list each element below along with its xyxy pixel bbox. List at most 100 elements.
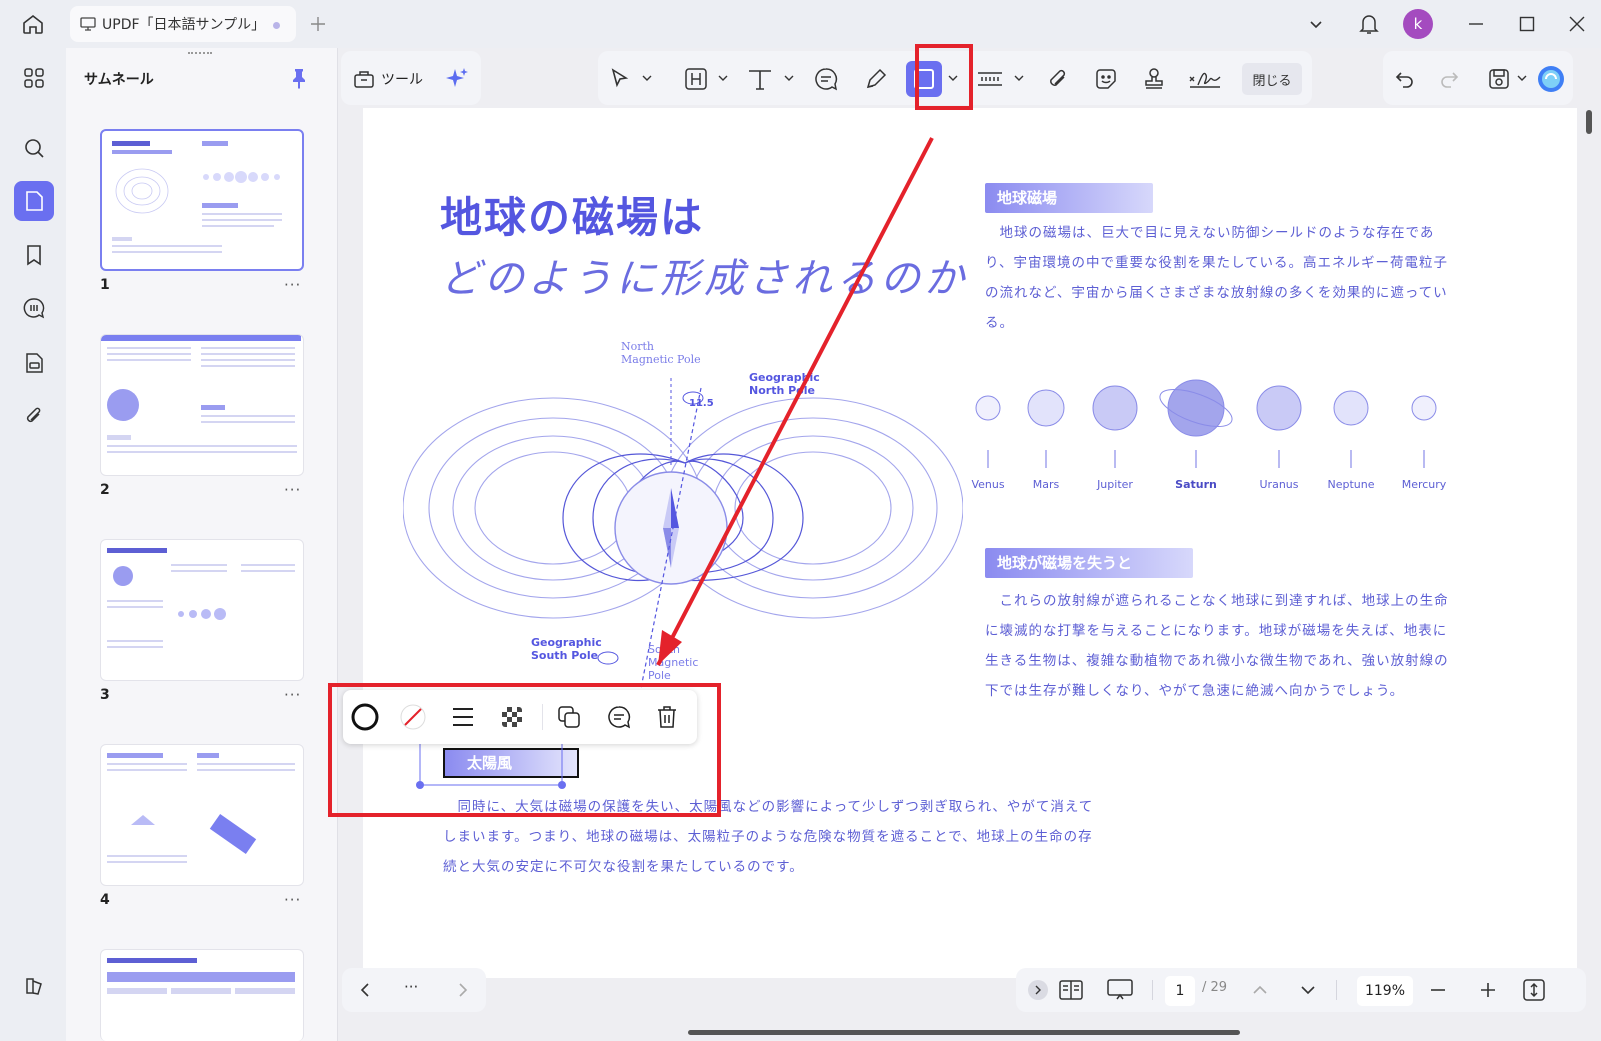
planet-label: Uranus: [1259, 478, 1299, 491]
label-geographic-south-pole: Geographic South Pole: [531, 636, 602, 662]
page-down-icon[interactable]: [1298, 980, 1318, 1000]
document-tab-title: UPDF「日本語サンプル」: [102, 17, 266, 33]
thumbnail-number: 3: [100, 687, 110, 703]
layers-icon[interactable]: [14, 966, 54, 1006]
chevron-down-icon[interactable]: [642, 73, 652, 83]
history-group: [1383, 51, 1573, 105]
page-thumbnail-2[interactable]: [100, 334, 304, 476]
section-body: これらの放射線が遮られることなく地球に到達すれば、地球上の生命に壊滅的な打撃を与…: [985, 593, 1449, 699]
stamp-icon[interactable]: [1140, 65, 1168, 93]
planet-label: Neptune: [1327, 478, 1375, 491]
maximize-icon[interactable]: [1515, 12, 1539, 36]
search-icon[interactable]: [14, 128, 54, 168]
new-tab-icon[interactable]: [306, 12, 330, 36]
horizontal-scrollbar-thumb[interactable]: [688, 1030, 1240, 1035]
collapse-icon[interactable]: [1028, 980, 1048, 1000]
chevron-down-icon[interactable]: [1014, 73, 1024, 83]
highlight-icon[interactable]: [682, 65, 710, 93]
comment-list-icon[interactable]: [14, 288, 54, 328]
page-number-input[interactable]: 1: [1165, 976, 1195, 1006]
thumbnail-panel-icon[interactable]: [14, 181, 54, 221]
divider: [1336, 980, 1337, 1000]
chevron-down-icon[interactable]: [1306, 14, 1326, 34]
panel-drag-handle[interactable]: [188, 52, 212, 56]
page-thumbnail-4[interactable]: [100, 744, 304, 886]
home-icon[interactable]: [18, 10, 48, 38]
divider: [1152, 980, 1153, 1000]
page-thumbnail-3[interactable]: [100, 539, 304, 681]
thumbnail-more-button[interactable]: ···: [284, 686, 301, 704]
ai-sparkle-icon[interactable]: [443, 65, 471, 93]
pdf-page: 地球の磁場は どのように形成されるのか North Magnetic Pole …: [363, 108, 1577, 978]
minimize-icon[interactable]: [1464, 12, 1488, 36]
thumbnail-panel-title: サムネール: [84, 72, 154, 88]
toolbox-icon: [354, 71, 374, 88]
planet-label: Jupiter: [1097, 478, 1133, 491]
close-window-icon[interactable]: [1565, 12, 1589, 36]
planet-label: Saturn: [1175, 478, 1217, 491]
fit-page-icon[interactable]: [1522, 978, 1546, 1002]
bookmark-icon[interactable]: [14, 235, 54, 275]
more-button[interactable]: ···: [404, 978, 418, 996]
text-tool-icon[interactable]: [746, 65, 774, 93]
monitor-icon: [80, 17, 96, 31]
left-rail: [0, 48, 66, 1041]
thumbnail-number: 2: [100, 482, 110, 498]
section-heading: 地球磁場: [985, 183, 1153, 213]
planet-label: Mars: [1032, 478, 1060, 491]
undo-icon[interactable]: [1391, 65, 1419, 93]
tools-button[interactable]: ツール: [353, 65, 423, 93]
notification-bell-icon[interactable]: [1356, 10, 1382, 38]
page-layout-icon[interactable]: [1058, 978, 1084, 1002]
signature-icon[interactable]: [1188, 65, 1222, 93]
next-icon[interactable]: [452, 980, 472, 1000]
close-toolbar-button[interactable]: 閉じる: [1242, 63, 1302, 95]
thumbnail-number: 4: [100, 892, 110, 908]
unsaved-dot: [273, 22, 280, 29]
attachment-icon[interactable]: [14, 396, 54, 436]
planets-diagram: [975, 379, 1437, 468]
highlight-box-rectangle-tool: [915, 44, 973, 110]
zoom-out-icon[interactable]: [1428, 980, 1448, 1000]
tutorial-arrow: [656, 137, 934, 666]
pencil-icon[interactable]: [862, 65, 890, 93]
view-controls-group: / 29: [1016, 968, 1586, 1012]
prev-icon[interactable]: [356, 980, 376, 1000]
thumbnail-more-button[interactable]: ···: [284, 891, 301, 909]
page-nav-group: ···: [342, 968, 486, 1012]
form-fields-icon[interactable]: [14, 343, 54, 383]
ai-assistant-icon[interactable]: [1537, 65, 1565, 93]
select-cursor-icon[interactable]: [606, 65, 634, 93]
vertical-scrollbar-thumb[interactable]: [1586, 110, 1592, 134]
zoom-level[interactable]: 119%: [1357, 976, 1413, 1006]
pin-icon[interactable]: [290, 67, 310, 89]
avatar[interactable]: k: [1403, 9, 1433, 39]
measure-icon[interactable]: [976, 65, 1004, 93]
chevron-down-icon[interactable]: [1517, 73, 1527, 83]
page-thumbnail-5[interactable]: [100, 949, 304, 1041]
section-body: 地球の磁場は、巨大で目に見えない防御シールドのような存在であり、宇宙環境の中で重…: [985, 225, 1449, 331]
document-tab[interactable]: UPDF「日本語サンプル」: [70, 6, 296, 42]
chevron-down-icon[interactable]: [718, 73, 728, 83]
redo-icon[interactable]: [1435, 65, 1463, 93]
planet-label: Mercury: [1401, 478, 1447, 491]
thumbnail-number: 1: [100, 277, 110, 293]
zoom-in-icon[interactable]: [1478, 980, 1498, 1000]
chevron-down-icon[interactable]: [784, 73, 794, 83]
section-heading: 地球が磁場を失うと: [985, 548, 1193, 578]
presentation-icon[interactable]: [1106, 978, 1134, 1002]
page-up-icon[interactable]: [1250, 980, 1270, 1000]
page-total: / 29: [1202, 980, 1228, 995]
thumbnail-more-button[interactable]: ···: [284, 276, 301, 294]
grid-view-icon[interactable]: [14, 58, 54, 98]
title-bar: UPDF「日本語サンプル」 k: [0, 0, 1601, 48]
save-icon[interactable]: [1485, 65, 1513, 93]
tools-label: ツール: [381, 72, 423, 88]
highlight-box-annotation: [328, 683, 721, 817]
comment-icon[interactable]: [812, 65, 840, 93]
tools-group: ツール: [341, 51, 481, 105]
page-thumbnail-1[interactable]: [100, 129, 304, 271]
sticker-icon[interactable]: [1092, 65, 1120, 93]
paperclip-icon[interactable]: [1044, 65, 1072, 93]
thumbnail-more-button[interactable]: ···: [284, 481, 301, 499]
